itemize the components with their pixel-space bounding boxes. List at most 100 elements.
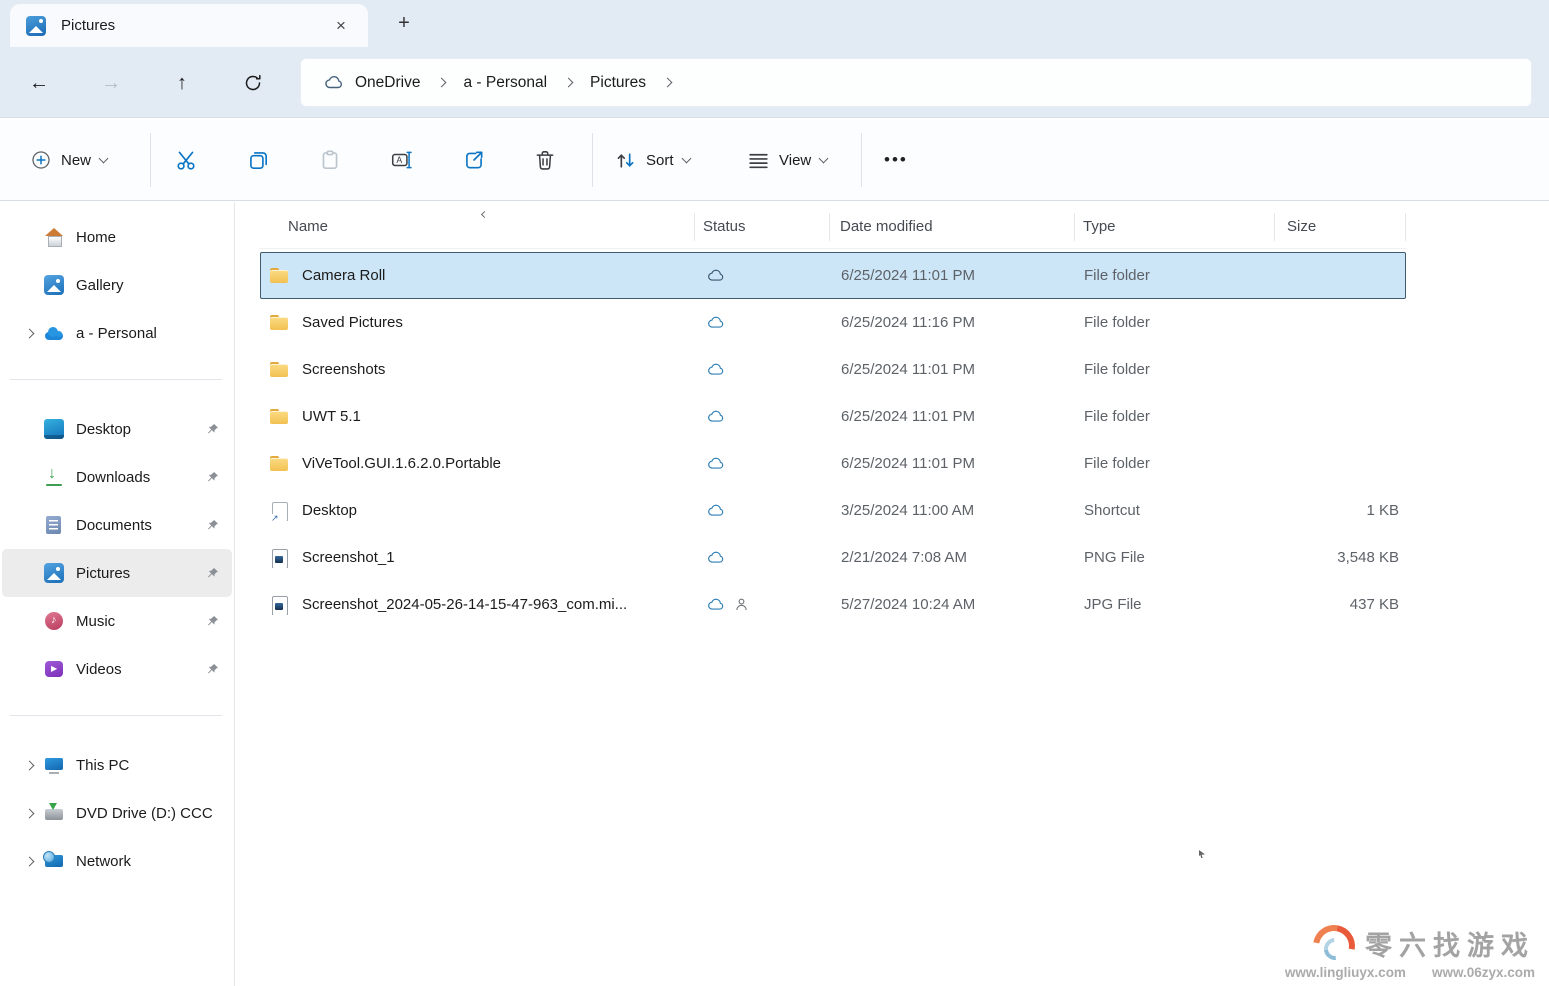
- expand-chevron-icon[interactable]: [14, 234, 44, 241]
- share-button[interactable]: [452, 136, 496, 184]
- ellipsis-icon: •••: [884, 150, 908, 170]
- column-header-type[interactable]: Type: [1075, 205, 1275, 248]
- sidebar-item-downloads[interactable]: Downloads: [2, 453, 232, 501]
- date-modified-cell: 6/25/2024 11:01 PM: [831, 455, 1076, 472]
- cloud-status-icon: [706, 360, 726, 380]
- sidebar-item-label: This PC: [76, 757, 232, 774]
- chevron-right-icon[interactable]: [565, 79, 572, 86]
- file-row-desktop[interactable]: Desktop 3/25/2024 11:00 AM Shortcut 1 KB: [260, 487, 1406, 534]
- size-cell: 1 KB: [1276, 502, 1407, 519]
- sidebar-item-videos[interactable]: Videos: [2, 645, 232, 693]
- shared-person-icon: [733, 596, 750, 613]
- file-name: Desktop: [302, 502, 357, 519]
- column-header-status[interactable]: Status: [695, 205, 830, 248]
- paste-button[interactable]: [308, 136, 352, 184]
- status-cell: [696, 454, 831, 474]
- breadcrumb-pictures[interactable]: Pictures: [580, 68, 656, 98]
- expand-chevron-icon[interactable]: [14, 762, 44, 769]
- rename-icon: A: [390, 148, 414, 172]
- paste-icon: [318, 148, 342, 172]
- up-button[interactable]: ↑: [165, 67, 199, 99]
- date-modified-cell: 6/25/2024 11:01 PM: [831, 361, 1076, 378]
- sidebar-item-label: Downloads: [76, 469, 205, 486]
- close-tab-icon[interactable]: ×: [328, 13, 354, 39]
- address-bar[interactable]: OneDrive a - Personal Pictures: [300, 58, 1532, 107]
- file-name: Camera Roll: [302, 267, 385, 284]
- new-button[interactable]: New: [20, 136, 117, 184]
- sidebar-item-network[interactable]: Network: [2, 837, 232, 885]
- back-button[interactable]: ←: [22, 67, 56, 99]
- sidebar-item-pictures[interactable]: Pictures: [2, 549, 232, 597]
- expand-chevron-icon[interactable]: [14, 618, 44, 625]
- expand-chevron-icon[interactable]: [14, 282, 44, 289]
- sidebar-divider: [10, 379, 222, 380]
- delete-button[interactable]: [523, 136, 567, 184]
- sidebar-item-documents[interactable]: Documents: [2, 501, 232, 549]
- file-row-screenshot-1[interactable]: Screenshot_1 2/21/2024 7:08 AM PNG File …: [260, 534, 1406, 581]
- toolbar-divider: [861, 133, 862, 187]
- copy-button[interactable]: [236, 136, 280, 184]
- file-row-saved-pictures[interactable]: Saved Pictures 6/25/2024 11:16 PM File f…: [260, 299, 1406, 346]
- view-button[interactable]: View: [737, 136, 837, 184]
- plus-circle-icon: [30, 149, 52, 171]
- sidebar-divider: [10, 715, 222, 716]
- status-cell: [696, 548, 831, 568]
- chevron-right-icon[interactable]: [664, 79, 671, 86]
- file-row-screenshots[interactable]: Screenshots 6/25/2024 11:01 PM File fold…: [260, 346, 1406, 393]
- file-row-uwt-5-1[interactable]: UWT 5.1 6/25/2024 11:01 PM File folder: [260, 393, 1406, 440]
- sidebar-item-label: Documents: [76, 517, 205, 534]
- sidebar-item-home[interactable]: Home: [2, 213, 232, 261]
- tab-pictures[interactable]: Pictures ×: [10, 4, 368, 47]
- svg-text:A: A: [396, 155, 402, 165]
- column-header-date-modified[interactable]: Date modified: [830, 205, 1075, 248]
- command-toolbar: New A Sort View: [0, 119, 1549, 201]
- file-name-cell: Screenshot_2024-05-26-14-15-47-963_com.m…: [261, 595, 696, 615]
- file-name-cell: ViVeTool.GUI.1.6.2.0.Portable: [261, 454, 696, 474]
- desktop-icon: [44, 419, 64, 439]
- pinned-folders-group: Desktop Downloads Documents Pictures Mus…: [0, 405, 234, 693]
- chevron-right-icon[interactable]: [438, 79, 445, 86]
- expand-chevron-icon[interactable]: [14, 474, 44, 481]
- forward-button[interactable]: →: [94, 67, 128, 99]
- date-modified-cell: 6/25/2024 11:01 PM: [831, 267, 1076, 284]
- date-modified-cell: 3/25/2024 11:00 AM: [831, 502, 1076, 519]
- breadcrumb-a-personal[interactable]: a - Personal: [453, 68, 557, 98]
- view-button-label: View: [779, 152, 811, 169]
- cut-button[interactable]: [164, 136, 208, 184]
- expand-chevron-icon[interactable]: [14, 810, 44, 817]
- network-icon: [44, 851, 64, 871]
- sidebar-item-this-pc[interactable]: This PC: [2, 741, 232, 789]
- expand-chevron-icon[interactable]: [14, 522, 44, 529]
- sort-button[interactable]: Sort: [604, 136, 700, 184]
- status-cell: [696, 266, 831, 286]
- sort-ascending-icon: [482, 204, 487, 221]
- expand-chevron-icon[interactable]: [14, 858, 44, 865]
- tab-title: Pictures: [61, 17, 115, 34]
- sidebar-item-gallery[interactable]: Gallery: [2, 261, 232, 309]
- expand-chevron-icon[interactable]: [14, 426, 44, 433]
- file-name-cell: Camera Roll: [261, 266, 696, 286]
- sidebar-item-dvd-drive-d-ccc[interactable]: DVD Drive (D:) CCC: [2, 789, 232, 837]
- devices-group: This PC DVD Drive (D:) CCC Network: [0, 741, 234, 885]
- file-row-camera-roll[interactable]: Camera Roll 6/25/2024 11:01 PM File fold…: [260, 252, 1406, 299]
- file-row-screenshot-2024-05-26-14-15-47-963-com-mi[interactable]: Screenshot_2024-05-26-14-15-47-963_com.m…: [260, 581, 1406, 628]
- status-cell: [696, 501, 831, 521]
- more-options-button[interactable]: •••: [874, 136, 918, 184]
- gallery-icon: [44, 275, 64, 295]
- rename-button[interactable]: A: [380, 136, 424, 184]
- videos-icon: [44, 659, 64, 679]
- sidebar-item-desktop[interactable]: Desktop: [2, 405, 232, 453]
- column-header-size[interactable]: Size: [1275, 205, 1406, 248]
- new-tab-button[interactable]: +: [390, 10, 418, 38]
- chevron-down-icon: [99, 154, 109, 164]
- breadcrumb-onedrive[interactable]: OneDrive: [345, 68, 430, 98]
- column-header-name[interactable]: Name: [260, 205, 695, 248]
- refresh-button[interactable]: [236, 67, 270, 99]
- expand-chevron-icon[interactable]: [14, 666, 44, 673]
- file-row-vivetool-gui-1-6-2-0-portable[interactable]: ViVeTool.GUI.1.6.2.0.Portable 6/25/2024 …: [260, 440, 1406, 487]
- sidebar-item-a-personal[interactable]: a - Personal: [2, 309, 232, 357]
- expand-chevron-icon[interactable]: [14, 330, 44, 337]
- sidebar-item-music[interactable]: Music: [2, 597, 232, 645]
- expand-chevron-icon[interactable]: [14, 570, 44, 577]
- file-list-area: Name Status Date modified Type Size Came…: [236, 202, 1549, 986]
